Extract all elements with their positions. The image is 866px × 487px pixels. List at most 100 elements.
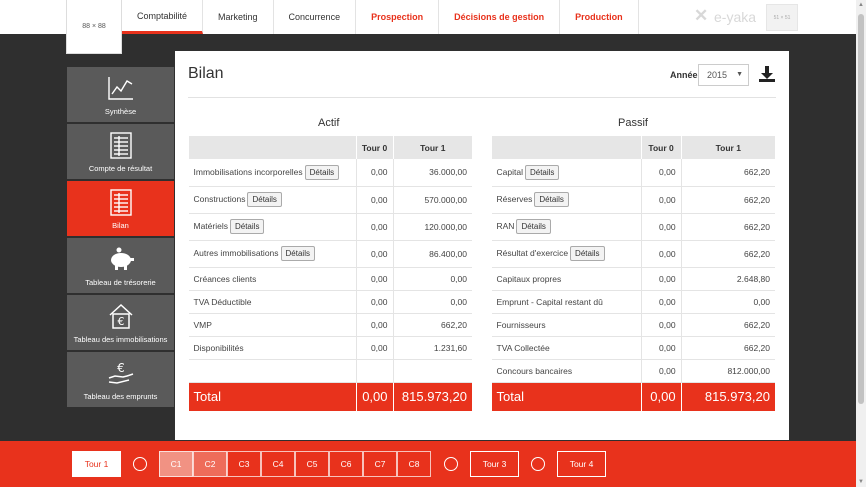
details-button[interactable]: Détails	[570, 246, 605, 261]
table-row	[188, 359, 472, 383]
c4-button[interactable]: C4	[261, 451, 295, 477]
ledger-icon	[107, 131, 135, 159]
year-select[interactable]: 2015 ▼	[698, 64, 749, 86]
c1-button[interactable]: C1	[159, 451, 193, 477]
tour-1-value	[392, 359, 472, 383]
tab-concurrence[interactable]: Concurrence	[274, 0, 357, 34]
sidebar-item-tableau-des-immobilisations[interactable]: € Tableau des immobilisations	[67, 295, 174, 350]
svg-text:€: €	[117, 315, 124, 328]
tour-0-value: 0,00	[355, 336, 393, 360]
table-row: Constructions Détails 0,00 570.000,00	[188, 186, 472, 214]
row-label-cell: TVA Collectée	[491, 336, 642, 360]
scroll-up-arrow-icon[interactable]: ▲	[856, 2, 866, 8]
page-scrollbar[interactable]: ▲ ▼	[856, 0, 866, 487]
table-row: Réserves Détails 0,00 662,20	[491, 186, 775, 214]
row-label-cell: Autres immobilisations Détails	[188, 240, 357, 268]
tour-1-value: 662,20	[680, 240, 775, 268]
sidebar: Synthèse Compte de résultat Bilan Tablea…	[67, 67, 174, 409]
row-label: Capitaux propres	[496, 273, 562, 284]
table-row: Capitaux propres 0,00 2.648,80	[491, 267, 775, 291]
tour-0-value: 0,00	[640, 290, 682, 314]
avatar-placeholder-text: 51 × 51	[773, 14, 791, 21]
sidebar-item-tableau-de-tresorerie[interactable]: Tableau de trésorerie	[67, 238, 174, 293]
tour-0-value: 0,00	[355, 213, 393, 241]
tour-4-button[interactable]: Tour 4	[557, 451, 606, 477]
row-label: Emprunt - Capital restant dû	[496, 296, 603, 307]
row-label: RAN	[496, 221, 515, 231]
table-row: Résultat d'exercice Détails 0,00 662,20	[491, 240, 775, 268]
tour-0-value: 0,00	[640, 267, 682, 291]
timeline-step-circle[interactable]	[531, 457, 545, 471]
logo-placeholder-text: 88 × 88	[82, 23, 106, 30]
timeline-step-circle[interactable]	[444, 457, 458, 471]
sidebar-item-tableau-des-emprunts[interactable]: € Tableau des emprunts	[67, 352, 174, 407]
table-row: Disponibilités 0,00 1.231,60	[188, 336, 472, 360]
c3-button[interactable]: C3	[227, 451, 261, 477]
row-label: Capital	[496, 166, 523, 177]
details-button[interactable]: Détails	[304, 164, 340, 180]
total-label: Total	[188, 382, 357, 411]
timeline-step-circle[interactable]	[133, 457, 147, 471]
tour-timeline: Tour 1 C1 C2 C3 C4 C5 C6 C7 C8 Tour 3 To…	[0, 441, 856, 487]
details-button[interactable]: Détails	[247, 192, 282, 207]
tab-decisions-de-gestion[interactable]: Décisions de gestion	[439, 0, 561, 34]
hand-euro-icon: €	[107, 359, 135, 387]
tour-1-value: 2.648,80	[680, 267, 775, 291]
c2-button[interactable]: C2	[193, 451, 227, 477]
sidebar-item-label: Tableau de trésorerie	[85, 278, 156, 287]
row-label-cell: Immobilisations incorporelles Détails	[188, 159, 357, 187]
table-row: Fournisseurs 0,00 662,20	[491, 313, 775, 337]
details-button[interactable]: Détails	[516, 219, 551, 234]
table-row: TVA Collectée 0,00 662,20	[491, 336, 775, 360]
row-label-cell: Réserves Détails	[491, 186, 642, 214]
svg-text:€: €	[117, 361, 125, 375]
tour-3-button[interactable]: Tour 3	[470, 451, 519, 477]
details-button[interactable]: Détails	[229, 219, 265, 234]
c8-button[interactable]: C8	[397, 451, 431, 477]
tab-marketing[interactable]: Marketing	[203, 0, 274, 34]
tour-1-value: 0,00	[680, 290, 775, 314]
sidebar-item-compte-de-resultat[interactable]: Compte de résultat	[67, 124, 174, 179]
scroll-down-arrow-icon[interactable]: ▼	[856, 479, 866, 485]
sidebar-item-label: Tableau des immobilisations	[73, 335, 168, 344]
row-label: TVA Collectée	[496, 342, 550, 353]
table-header-row: Tour 0 Tour 1	[188, 136, 472, 159]
row-label: Résultat d'exercice	[496, 248, 569, 258]
sidebar-item-synthese[interactable]: Synthèse	[67, 67, 174, 122]
sidebar-item-label: Tableau des emprunts	[83, 392, 158, 401]
row-label-cell: Fournisseurs	[491, 313, 642, 337]
c6-button[interactable]: C6	[329, 451, 363, 477]
row-label-cell	[188, 359, 357, 383]
house-euro-icon: €	[107, 302, 135, 330]
total-label: Total	[491, 382, 642, 411]
tour-1-value: 812.000,00	[680, 359, 775, 383]
row-label: Autres immobilisations	[193, 248, 279, 258]
scroll-thumb[interactable]	[858, 14, 864, 404]
row-label-cell: Capital Détails	[491, 159, 642, 187]
c5-button[interactable]: C5	[295, 451, 329, 477]
actif-title: Actif	[318, 117, 340, 129]
download-icon[interactable]	[758, 65, 776, 83]
tour-1-value: 662,20	[680, 159, 775, 187]
title-divider	[188, 97, 776, 98]
avatar[interactable]: 51 × 51	[766, 4, 798, 31]
c7-button[interactable]: C7	[363, 451, 397, 477]
tour-1-button[interactable]: Tour 1	[72, 451, 121, 477]
details-button[interactable]: Détails	[534, 192, 569, 207]
details-button[interactable]: Détails	[280, 246, 315, 261]
page-title: Bilan	[188, 65, 224, 82]
table-header-row: Tour 0 Tour 1	[491, 136, 775, 159]
tab-prospection[interactable]: Prospection	[356, 0, 440, 34]
sidebar-item-bilan[interactable]: Bilan	[67, 181, 174, 236]
row-label: Réserves	[496, 194, 533, 204]
row-label: TVA Déductible	[193, 296, 252, 307]
tour-1-value: 36.000,00	[392, 159, 472, 187]
details-button[interactable]: Détails	[524, 164, 560, 180]
tab-production[interactable]: Production	[560, 0, 639, 34]
table-row: Immobilisations incorporelles Détails 0,00…	[188, 159, 472, 187]
tab-comptabilite[interactable]: Comptabilité	[122, 0, 204, 34]
column-header: Tour 1	[392, 136, 472, 159]
tour-0-value: 0,00	[640, 313, 682, 337]
tour-0-value: 0,00	[640, 359, 682, 383]
table-row: TVA Déductible 0,00 0,00	[188, 290, 472, 314]
